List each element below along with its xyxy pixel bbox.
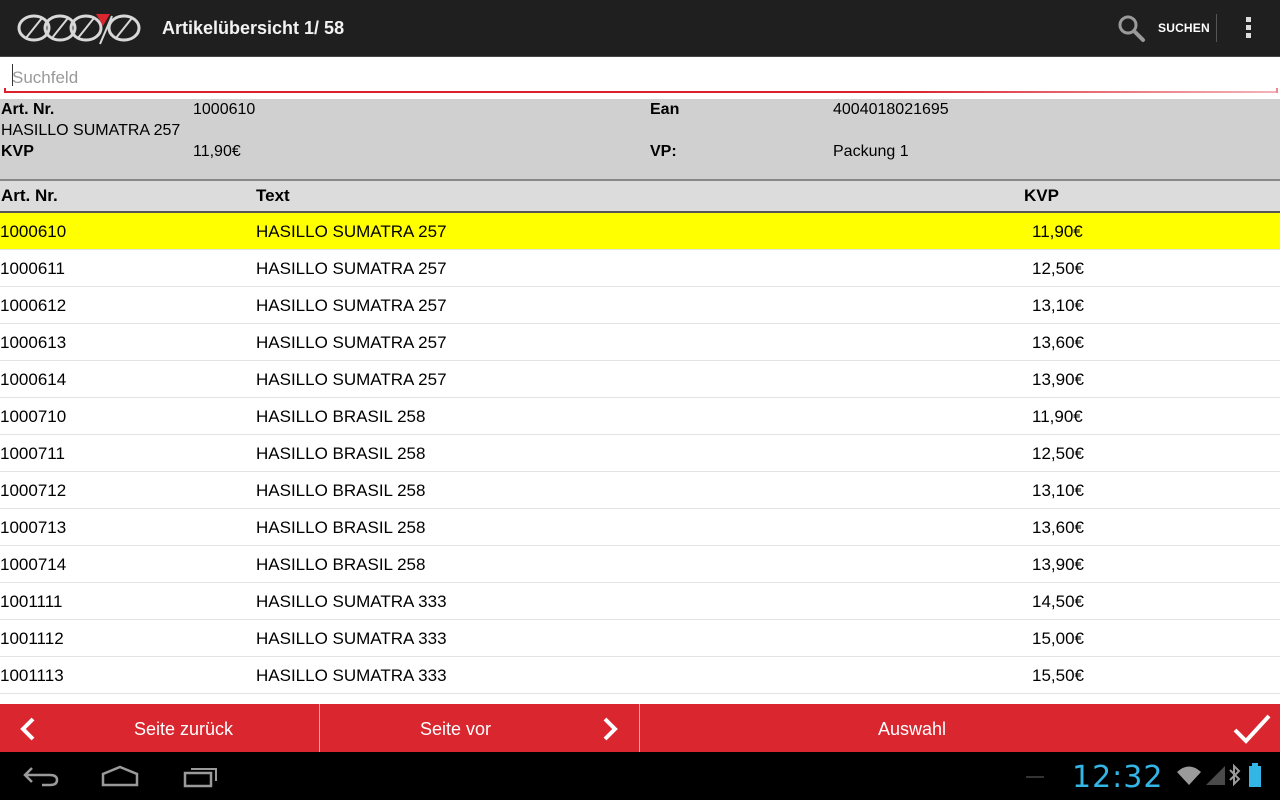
cell-artnr: 1000712	[0, 481, 67, 500]
search-button[interactable]: SUCHEN	[1116, 10, 1210, 46]
cell-text: HASILLO BRASIL 258	[256, 555, 426, 574]
clock: 12:32	[1072, 760, 1164, 795]
battery-icon	[1249, 763, 1261, 787]
next-page-label: Seite vor	[419, 719, 492, 739]
article-list: 1000610 HASILLO SUMATRA 257 11,90€ 1000611…	[0, 213, 1280, 694]
cell-artnr: 1001112	[0, 629, 64, 648]
detail-ean-label: Ean	[650, 101, 680, 118]
cell-kvp: 15,50€	[1032, 666, 1084, 685]
cell-kvp: 13,10€	[1032, 481, 1084, 500]
search-underline	[4, 88, 1278, 93]
cell-text: HASILLO BRASIL 258	[256, 481, 426, 500]
cell-text: HASILLO SUMATRA 333	[256, 592, 447, 611]
table-row[interactable]: 1000714 HASILLO BRASIL 258 13,90€	[0, 546, 1280, 583]
cell-text: HASILLO SUMATRA 257	[256, 222, 447, 241]
cell-artnr: 1000613	[0, 333, 67, 352]
cell-kvp: 11,90€	[1032, 222, 1083, 241]
system-navigation-bar: 12:32	[0, 752, 1280, 800]
cell-text: HASILLO SUMATRA 257	[256, 259, 447, 278]
cell-kvp: 13,90€	[1032, 555, 1084, 574]
button-bar: Seite zurück Seite vor Auswahl	[0, 704, 1280, 752]
table-row[interactable]: 1001111 HASILLO SUMATRA 333 14,50€	[0, 583, 1280, 620]
cell-text: HASILLO SUMATRA 257	[256, 333, 447, 352]
cell-text: HASILLO BRASIL 258	[256, 407, 426, 426]
cell-kvp: 12,50€	[1032, 259, 1084, 278]
bluetooth-icon	[1229, 763, 1241, 787]
table-row[interactable]: 1000613 HASILLO SUMATRA 257 13,60€	[0, 324, 1280, 361]
cell-text: HASILLO SUMATRA 333	[256, 666, 447, 685]
detail-kvp-value: 11,90€	[193, 143, 241, 160]
action-bar: Artikelübersicht 1/ 58 SUCHEN	[0, 0, 1280, 57]
wifi-icon	[1177, 766, 1201, 785]
actionbar-divider	[1216, 14, 1217, 42]
cell-kvp: 13,10€	[1032, 296, 1084, 315]
detail-artnr-value: 1000610	[193, 101, 256, 118]
cell-text: HASILLO SUMATRA 257	[256, 370, 447, 389]
detail-article-name: HASILLO SUMATRA 257	[1, 122, 181, 139]
recent-apps-icon[interactable]	[182, 764, 220, 788]
cell-artnr: 1000710	[0, 407, 67, 426]
table-row[interactable]: 1000713 HASILLO BRASIL 258 13,60€	[0, 509, 1280, 546]
cell-kvp: 13,90€	[1032, 370, 1084, 389]
text-cursor	[12, 64, 13, 86]
table-row[interactable]: 1000612 HASILLO SUMATRA 257 13,10€	[0, 287, 1280, 324]
detail-vp-label: VP:	[650, 143, 677, 160]
column-header-artnr[interactable]: Art. Nr.	[1, 186, 58, 206]
cell-kvp: 15,00€	[1032, 629, 1084, 648]
cell-artnr: 1000713	[0, 518, 67, 537]
cell-text: HASILLO SUMATRA 333	[256, 629, 447, 648]
table-row[interactable]: 1000711 HASILLO BRASIL 258 12,50€	[0, 435, 1280, 472]
cell-artnr: 1000611	[0, 259, 65, 278]
cell-artnr: 1000714	[0, 555, 67, 574]
prev-page-button[interactable]: Seite zurück	[0, 704, 319, 752]
cell-artnr: 1000614	[0, 370, 67, 389]
search-icon	[1118, 15, 1145, 42]
cell-artnr: 1001113	[0, 666, 64, 685]
table-row[interactable]: 1000610 HASILLO SUMATRA 257 11,90€	[0, 213, 1280, 250]
signal-icon	[1206, 766, 1225, 785]
search-button-label: SUCHEN	[1158, 21, 1210, 35]
home-icon[interactable]	[100, 764, 140, 788]
detail-kvp-label: KVP	[1, 143, 34, 160]
table-row[interactable]: 1000614 HASILLO SUMATRA 257 13,90€	[0, 361, 1280, 398]
brand-logo	[17, 14, 141, 45]
cell-text: HASILLO BRASIL 258	[256, 444, 426, 463]
cell-artnr: 1001111	[0, 592, 63, 611]
table-row[interactable]: 1001112 HASILLO SUMATRA 333 15,00€	[0, 620, 1280, 657]
checkmark-icon	[1233, 714, 1271, 744]
cell-artnr: 1000612	[0, 296, 67, 315]
cell-text: HASILLO SUMATRA 257	[256, 296, 447, 315]
detail-artnr-label: Art. Nr.	[1, 101, 55, 118]
table-row[interactable]: 1001113 HASILLO SUMATRA 333 15,50€	[0, 657, 1280, 694]
cell-artnr: 1000610	[0, 222, 67, 241]
page-title: Artikelübersicht 1/ 58	[162, 18, 345, 38]
cell-kvp: 11,90€	[1032, 407, 1083, 426]
notification-dash	[1026, 776, 1044, 778]
detail-vp-value: Packung 1	[833, 143, 909, 160]
cell-kvp: 13,60€	[1032, 518, 1084, 537]
select-button[interactable]: Auswahl	[640, 704, 1280, 752]
column-header-text[interactable]: Text	[256, 186, 290, 206]
back-icon[interactable]	[22, 764, 60, 788]
detail-ean-value: 4004018021695	[833, 101, 949, 118]
table-row[interactable]: 1000712 HASILLO BRASIL 258 13,10€	[0, 472, 1280, 509]
table-row[interactable]: 1000611 HASILLO SUMATRA 257 12,50€	[0, 250, 1280, 287]
select-label: Auswahl	[877, 719, 947, 739]
cell-kvp: 13,60€	[1032, 333, 1084, 352]
column-header-kvp[interactable]: KVP	[1024, 186, 1059, 206]
overflow-menu-icon[interactable]	[1236, 14, 1260, 42]
cell-kvp: 12,50€	[1032, 444, 1084, 463]
cell-kvp: 14,50€	[1032, 592, 1084, 611]
cell-text: HASILLO BRASIL 258	[256, 518, 426, 537]
table-row[interactable]: 1000710 HASILLO BRASIL 258 11,90€	[0, 398, 1280, 435]
cell-artnr: 1000711	[0, 444, 65, 463]
table-header: Art. Nr. Text KVP	[0, 181, 1280, 213]
article-detail-panel: Art. Nr. 1000610 Ean 4004018021695 HASIL…	[0, 99, 1280, 181]
